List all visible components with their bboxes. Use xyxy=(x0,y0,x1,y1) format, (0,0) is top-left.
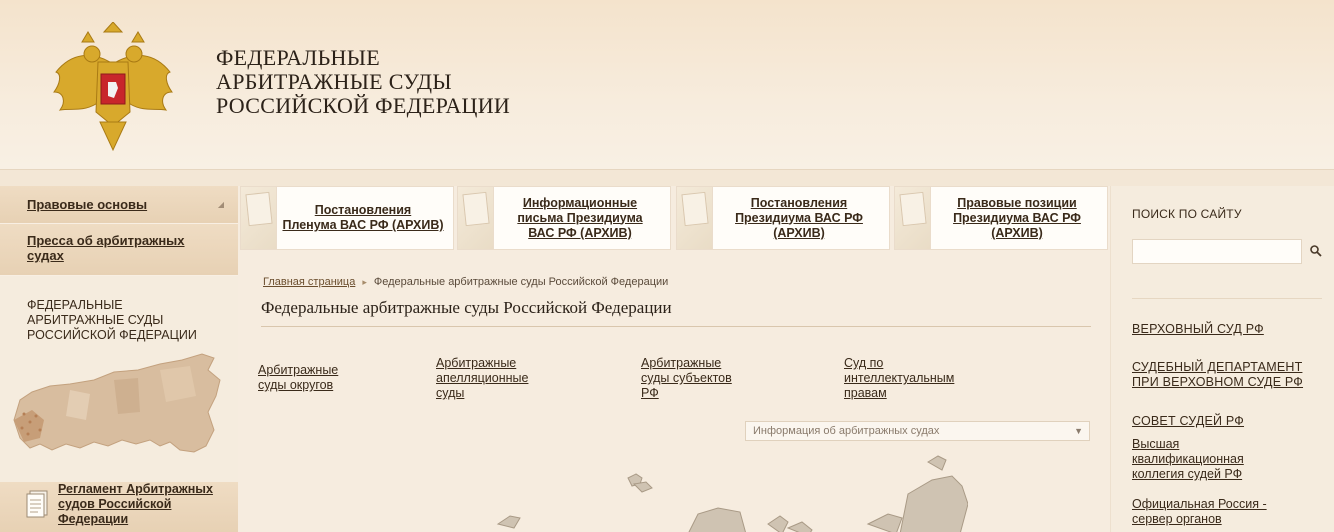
reglament-link-block[interactable]: Регламент Арбитражных судов Российской Ф… xyxy=(0,482,238,532)
select-value: Информация об арбитражных судах xyxy=(753,425,940,437)
page-title: Федеральные арбитражные суды Российской … xyxy=(261,298,1091,327)
card-plenum-resolutions[interactable]: Постановления Пленума ВАС РФ (АРХИВ) xyxy=(240,186,454,250)
site-title-line-1: ФЕДЕРАЛЬНЫЕ xyxy=(216,45,380,70)
link-council-of-judges[interactable]: СОВЕТ СУДЕЙ РФ xyxy=(1132,414,1244,429)
left-sidebar: Правовые основы ◢ Пресса об арбитражных … xyxy=(0,186,238,532)
federal-courts-block: ФЕДЕРАЛЬНЫЕ АРБИТРАЖНЫЕ СУДЫ РОССИЙСКОЙ … xyxy=(0,276,238,343)
site-header: ФЕДЕРАЛЬНЫЕ АРБИТРАЖНЫЕ СУДЫ РОССИЙСКОЙ … xyxy=(0,0,1334,170)
nav-item-legal-basis[interactable]: Правовые основы ◢ xyxy=(0,186,238,224)
federal-block-line-3: РОССИЙСКОЙ ФЕДЕРАЦИИ xyxy=(27,328,197,342)
double-headed-eagle-emblem-icon xyxy=(53,22,173,152)
card-presidium-resolutions[interactable]: Постановления Президиума ВАС РФ (АРХИВ) xyxy=(676,186,890,250)
document-thumbnail-icon xyxy=(458,187,494,249)
search-icon[interactable] xyxy=(1309,244,1323,258)
reglament-link[interactable]: Регламент Арбитражных судов Российской Ф… xyxy=(58,482,238,527)
federal-block-line-2: АРБИТРАЖНЫЕ СУДЫ xyxy=(27,313,164,327)
court-info-select[interactable]: Информация об арбитражных судах ▼ xyxy=(745,421,1090,441)
card-label: Правовые позиции Президиума ВАС РФ (АРХИВ) xyxy=(953,195,1081,240)
russia-map-icon[interactable] xyxy=(10,350,226,472)
document-thumbnail-icon xyxy=(241,187,277,249)
link-ip-court[interactable]: Суд по интеллектуальным правам xyxy=(844,356,954,401)
chevron-down-icon: ▼ xyxy=(1074,426,1083,436)
search-input[interactable] xyxy=(1132,239,1302,264)
breadcrumb: Главная страница ▸ Федеральные арбитражные… xyxy=(263,276,668,288)
breadcrumb-separator-icon: ▸ xyxy=(362,277,367,287)
divider xyxy=(1132,298,1322,299)
right-sidebar: ПОИСК ПО САЙТУ ВЕРХОВНЫЙ СУД РФ СУДЕБНЫЙ… xyxy=(1110,186,1334,532)
nav-item-label: Правовые основы xyxy=(27,197,148,212)
link-judicial-department[interactable]: СУДЕБНЫЙ ДЕПАРТАМЕНТ ПРИ ВЕРХОВНОМ СУДЕ Р… xyxy=(1132,360,1303,390)
document-thumbnail-icon xyxy=(895,187,931,249)
card-label: Постановления Пленума ВАС РФ (АРХИВ) xyxy=(282,203,444,232)
link-official-russia[interactable]: Официальная Россия - сервер органов xyxy=(1132,497,1267,527)
site-title-line-3: РОССИЙСКОЙ ФЕДЕРАЦИИ xyxy=(216,93,511,118)
link-supreme-court[interactable]: ВЕРХОВНЫЙ СУД РФ xyxy=(1132,322,1264,337)
link-subject-courts[interactable]: Арбитражные суды субъектов РФ xyxy=(641,356,732,401)
breadcrumb-current: Федеральные арбитражные суды Российской … xyxy=(373,276,669,288)
document-icon xyxy=(26,490,48,518)
site-title: ФЕДЕРАЛЬНЫЕ АРБИТРАЖНЫЕ СУДЫ РОССИЙСКОЙ … xyxy=(216,46,510,118)
card-info-letters[interactable]: Информационные письма Президиума ВАС РФ (А… xyxy=(457,186,671,250)
link-district-courts[interactable]: Арбитражные суды округов xyxy=(258,363,338,393)
nav-item-press[interactable]: Пресса об арбитражных судах xyxy=(0,224,238,276)
link-appeal-courts[interactable]: Арбитражные апелляционные суды xyxy=(436,356,528,401)
link-qualification-collegium[interactable]: Высшая квалификационная коллегия судей РФ xyxy=(1132,437,1244,482)
breadcrumb-home-link[interactable]: Главная страница xyxy=(263,276,355,288)
search-label: ПОИСК ПО САЙТУ xyxy=(1132,207,1242,221)
card-label: Постановления Президиума ВАС РФ (АРХИВ) xyxy=(735,195,863,240)
card-legal-positions[interactable]: Правовые позиции Президиума ВАС РФ (АРХИВ) xyxy=(894,186,1108,250)
document-thumbnail-icon xyxy=(677,187,713,249)
site-title-line-2: АРБИТРАЖНЫЕ СУДЫ xyxy=(216,69,452,94)
russia-map-icon[interactable] xyxy=(488,454,968,532)
main-content: Постановления Пленума ВАС РФ (АРХИВ) Инфо… xyxy=(238,186,1110,532)
chevron-icon: ◢ xyxy=(217,200,224,209)
federal-block-line-1: ФЕДЕРАЛЬНЫЕ xyxy=(27,298,123,312)
card-label: Информационные письма Президиума ВАС РФ (А… xyxy=(517,195,643,240)
